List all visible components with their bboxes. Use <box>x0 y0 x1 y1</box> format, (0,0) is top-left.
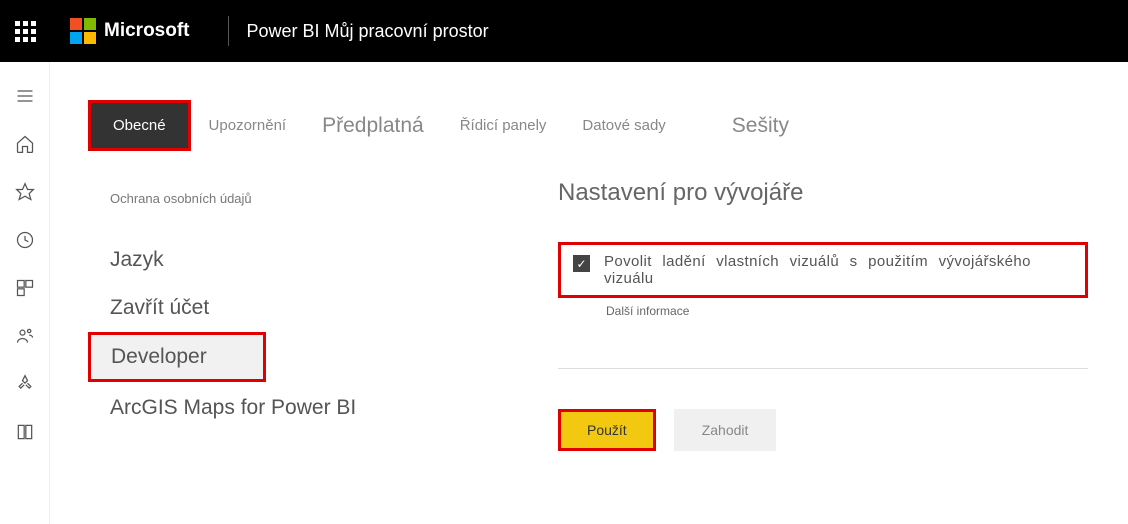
recent-icon[interactable] <box>0 216 50 264</box>
left-sidenav <box>0 62 50 524</box>
setting-item-arcgis[interactable]: ArcGIS Maps for Power BI <box>88 382 538 432</box>
hamburger-icon[interactable] <box>0 72 50 120</box>
home-icon[interactable] <box>0 120 50 168</box>
enable-debug-visuals-label: Povolit ladění vlastních vizuálů s použi… <box>604 253 1073 287</box>
tab-alerts[interactable]: Upozornění <box>191 105 305 146</box>
tab-datasets[interactable]: Datové sady <box>564 105 683 146</box>
discard-button[interactable]: Zahodit <box>674 409 777 451</box>
tab-subscriptions[interactable]: Předplatná <box>304 104 442 148</box>
enable-debug-visuals-checkbox-row[interactable]: ✓ Povolit ladění vlastních vizuálů s pou… <box>558 242 1088 298</box>
setting-item-privacy[interactable]: Ochrana osobních údajů <box>110 191 538 206</box>
setting-item-developer[interactable]: Developer <box>88 332 266 382</box>
setting-item-language[interactable]: Jazyk <box>88 236 538 284</box>
tab-dashboards[interactable]: Řídicí panely <box>442 105 565 146</box>
microsoft-logo[interactable]: Microsoft <box>70 18 190 44</box>
more-info-link[interactable]: Další informace <box>606 304 1088 318</box>
microsoft-logo-icon <box>70 18 96 44</box>
settings-tabs: Obecné Upozornění Předplatná Řídicí pane… <box>88 100 1128 151</box>
developer-heading: Nastavení pro vývojáře <box>558 179 1088 207</box>
checkmark-icon: ✓ <box>576 257 586 271</box>
developer-settings-panel: Nastavení pro vývojáře ✓ Povolit ladění … <box>538 191 1128 451</box>
favorites-icon[interactable] <box>0 168 50 216</box>
tab-workbooks[interactable]: Sešity <box>714 104 807 148</box>
learn-icon[interactable] <box>0 408 50 456</box>
global-header: Microsoft Power BI Můj pracovní prostor <box>0 0 1128 62</box>
microsoft-brand-text: Microsoft <box>104 20 190 42</box>
app-launcher-icon[interactable] <box>0 0 50 62</box>
header-divider <box>228 16 229 46</box>
shared-icon[interactable] <box>0 312 50 360</box>
action-buttons: Použít Zahodit <box>558 409 1088 451</box>
separator <box>558 368 1088 369</box>
main-content: Obecné Upozornění Předplatná Řídicí pane… <box>50 62 1128 524</box>
deployment-icon[interactable] <box>0 360 50 408</box>
enable-debug-visuals-checkbox[interactable]: ✓ <box>573 255 590 272</box>
apply-button[interactable]: Použít <box>558 409 656 451</box>
settings-list: Ochrana osobních údajů Jazyk Zavřít účet… <box>88 191 538 451</box>
tab-general[interactable]: Obecné <box>88 100 191 151</box>
setting-item-close-account[interactable]: Zavřít účet <box>88 284 538 332</box>
apps-icon[interactable] <box>0 264 50 312</box>
page-title: Power BI Můj pracovní prostor <box>247 21 489 42</box>
